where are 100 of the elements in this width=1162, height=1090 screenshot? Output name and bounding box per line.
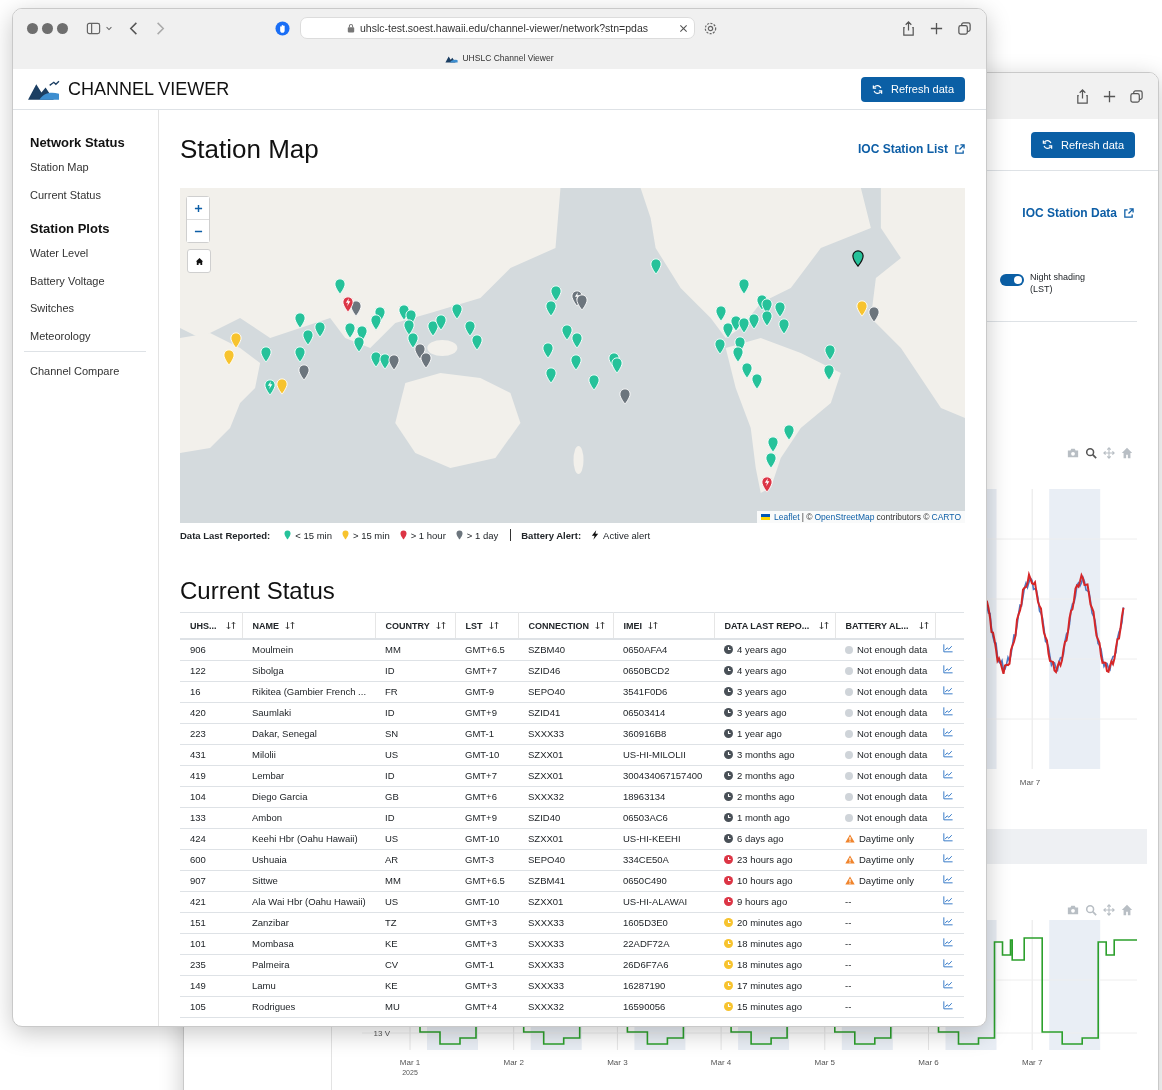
zoom-icon[interactable]	[1085, 447, 1097, 460]
status-dot	[845, 729, 853, 738]
carto-link[interactable]: CARTO	[931, 512, 961, 522]
table-cell: 18 minutes ago	[737, 959, 802, 970]
table-cell: 101	[180, 933, 242, 954]
openstreetmap-link[interactable]: OpenStreetMap	[814, 512, 875, 522]
tabs-icon[interactable]	[957, 20, 972, 36]
chart-link[interactable]	[943, 749, 953, 758]
refresh-button[interactable]: Refresh data	[1031, 131, 1135, 158]
table-cell: 2 months ago	[737, 770, 795, 781]
sidebar-item[interactable]: Station Map	[30, 161, 146, 189]
chart-link[interactable]	[943, 770, 953, 779]
chart-link[interactable]	[943, 896, 953, 905]
table-cell: Diego Garcia	[242, 786, 375, 807]
chart-link[interactable]	[943, 707, 953, 716]
table-cell: --	[845, 917, 852, 928]
column-header[interactable]: BATTERY AL...	[835, 612, 935, 639]
line-chart-icon	[943, 938, 953, 947]
chart-link[interactable]	[943, 644, 953, 654]
tabs-icon[interactable]	[1129, 88, 1144, 104]
tab-title[interactable]: UHSLC Channel Viewer	[462, 53, 554, 63]
legend-label: > 1 day	[466, 529, 499, 541]
line-chart-icon	[943, 833, 953, 842]
settings-icon[interactable]	[703, 20, 718, 36]
sidebar-item[interactable]: Water Level	[30, 247, 146, 275]
pan-icon[interactable]	[1103, 904, 1115, 917]
table-cell: 223	[180, 723, 242, 744]
column-header[interactable]: CONNECTION	[518, 612, 613, 639]
sidebar-item[interactable]: Battery Voltage	[30, 274, 146, 302]
close-icon[interactable]	[679, 24, 688, 33]
table-cell: 122	[180, 660, 242, 681]
sidebar-item[interactable]: Current Status	[30, 188, 146, 216]
table-cell: 1 month ago	[737, 812, 790, 823]
home-icon[interactable]	[1121, 904, 1133, 917]
sidebar-item[interactable]: Meteorology	[30, 329, 146, 357]
line-chart-icon	[943, 854, 953, 863]
table-cell: 2 months ago	[737, 791, 795, 802]
shield-icon[interactable]	[275, 20, 290, 36]
table-cell: GMT+7	[455, 660, 518, 681]
column-header[interactable]: IMEI	[613, 612, 714, 639]
night-shading-label: Night shading (LST)	[1030, 272, 1087, 296]
chart-link[interactable]	[943, 812, 953, 821]
ioc-station-data-link[interactable]: IOC Station Data	[1022, 206, 1134, 220]
chart-link[interactable]	[943, 686, 953, 695]
column-header[interactable]: DATA LAST REPO...	[714, 612, 835, 639]
camera-icon[interactable]	[1067, 447, 1079, 460]
table-cell: 3541F0D6	[613, 681, 714, 702]
chart-link[interactable]	[943, 665, 953, 674]
column-header[interactable]: COUNTRY	[375, 612, 455, 639]
map-attribution: Leaflet | © OpenStreetMap contributors © CARTO	[757, 511, 965, 523]
chart-link[interactable]	[943, 854, 953, 863]
map-marker[interactable]	[852, 250, 864, 267]
chart-link[interactable]	[943, 1001, 953, 1010]
table-cell: CV	[375, 954, 455, 975]
table-cell: GMT+3	[455, 912, 518, 933]
sidebar-icon[interactable]	[86, 20, 101, 36]
window-controls[interactable]	[27, 22, 68, 34]
column-header[interactable]: NAME	[242, 612, 375, 639]
chart-link[interactable]	[943, 959, 953, 968]
ioc-station-list-link[interactable]: IOC Station List	[858, 142, 965, 156]
address-bar[interactable]: uhslc-test.soest.hawaii.edu/channel-viewer/network?stn=pdas	[300, 17, 695, 39]
table-cell: 151	[180, 912, 242, 933]
chart-link[interactable]	[943, 728, 953, 737]
reset-view-button[interactable]	[187, 249, 211, 273]
leaflet-link[interactable]: Leaflet	[774, 512, 800, 522]
table-cell: GMT-9	[455, 681, 518, 702]
table-cell: Ala Wai Hbr (Oahu Hawaii)	[242, 891, 375, 912]
share-icon[interactable]	[901, 20, 916, 36]
refresh-icon	[872, 83, 883, 95]
table-cell: 4 years ago	[737, 665, 787, 676]
column-header[interactable]: UHS...	[180, 612, 242, 639]
refresh-button[interactable]: Refresh data	[861, 76, 965, 102]
sort-icon	[648, 621, 658, 630]
pan-icon[interactable]	[1103, 447, 1115, 460]
new-tab-icon[interactable]	[1102, 88, 1117, 104]
axis-tick-label: Mar 4	[710, 1058, 732, 1068]
table-cell: 600	[180, 849, 242, 870]
share-icon[interactable]	[1075, 88, 1090, 104]
status-dot	[845, 813, 853, 822]
new-tab-icon[interactable]	[929, 20, 944, 36]
column-header[interactable]: LST	[455, 612, 518, 639]
sidebar-item[interactable]: Switches	[30, 302, 146, 330]
chart-link[interactable]	[943, 791, 953, 800]
chart-link[interactable]	[943, 980, 953, 989]
table-cell: Ushuaia	[242, 849, 375, 870]
night-shading-toggle[interactable]	[1000, 274, 1024, 286]
table-cell: Not enough data	[857, 686, 928, 697]
table-cell: --	[845, 980, 852, 991]
table-cell: Not enough data	[857, 812, 928, 823]
table-cell: Not enough data	[857, 791, 928, 802]
home-icon[interactable]	[1121, 447, 1133, 460]
legend-label: Active alert	[603, 529, 651, 541]
chart-link[interactable]	[943, 833, 953, 842]
chart-link[interactable]	[943, 938, 953, 947]
table-cell: 26D6F7A6	[613, 954, 714, 975]
chart-link[interactable]	[943, 875, 953, 884]
chevron-down-icon[interactable]	[105, 24, 113, 32]
chart-link[interactable]	[943, 917, 953, 926]
camera-icon[interactable]	[1067, 904, 1079, 917]
sidebar-item[interactable]: Channel Compare	[30, 365, 146, 393]
